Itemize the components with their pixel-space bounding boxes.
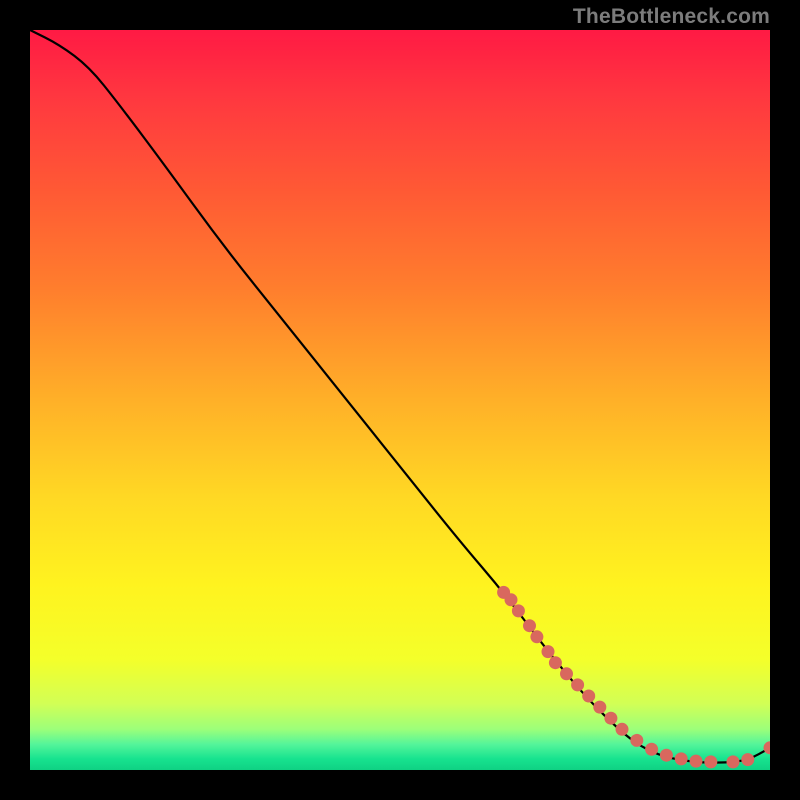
data-marker: [741, 753, 754, 766]
data-marker: [660, 749, 673, 762]
data-marker: [690, 755, 703, 768]
watermark-text: TheBottleneck.com: [573, 6, 770, 27]
data-marker: [675, 752, 688, 765]
chart-svg: [30, 30, 770, 770]
data-marker: [727, 755, 740, 768]
data-marker: [530, 630, 543, 643]
plot-area: [30, 30, 770, 770]
data-marker: [542, 645, 555, 658]
data-marker: [630, 734, 643, 747]
data-marker: [571, 678, 584, 691]
chart-stage: TheBottleneck.com: [0, 0, 800, 800]
data-marker: [549, 656, 562, 669]
data-marker: [645, 743, 658, 756]
data-marker: [593, 701, 606, 714]
data-marker: [560, 667, 573, 680]
data-marker: [704, 755, 717, 768]
data-marker: [582, 690, 595, 703]
data-marker: [616, 723, 629, 736]
data-marker: [604, 712, 617, 725]
data-marker: [505, 593, 518, 606]
data-marker: [512, 604, 525, 617]
data-marker: [523, 619, 536, 632]
gradient-background: [30, 30, 770, 770]
